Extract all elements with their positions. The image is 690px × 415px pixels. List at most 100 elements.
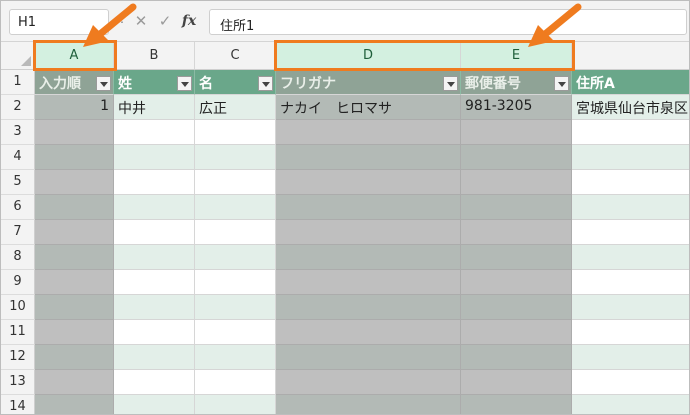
data-cell[interactable] <box>114 120 195 145</box>
insert-function-icon[interactable]: fx <box>181 13 197 29</box>
data-cell[interactable] <box>195 195 276 220</box>
filter-dropdown-icon[interactable] <box>96 76 111 91</box>
data-cell[interactable] <box>461 395 572 414</box>
data-cell[interactable]: 中井 <box>114 95 195 120</box>
data-cell[interactable] <box>276 370 461 395</box>
data-cell[interactable] <box>461 220 572 245</box>
data-cell[interactable] <box>572 195 689 220</box>
data-cell[interactable]: 宮城県仙台市泉区 <box>572 95 689 120</box>
data-cell[interactable] <box>276 245 461 270</box>
table-header-cell[interactable]: 住所A <box>572 70 689 95</box>
table-header-cell[interactable]: 名 <box>195 70 276 95</box>
data-cell[interactable] <box>195 345 276 370</box>
data-cell[interactable]: ナカイ ヒロマサ <box>276 95 461 120</box>
data-cell[interactable] <box>195 395 276 414</box>
data-cell[interactable] <box>35 345 114 370</box>
data-cell[interactable]: 1 <box>35 95 114 120</box>
data-cell[interactable] <box>461 370 572 395</box>
data-cell[interactable] <box>195 245 276 270</box>
data-cell[interactable] <box>572 270 689 295</box>
data-cell[interactable] <box>114 320 195 345</box>
enter-icon[interactable]: ✓ <box>157 12 173 30</box>
data-cell[interactable] <box>114 345 195 370</box>
data-cell[interactable] <box>572 345 689 370</box>
data-cell[interactable] <box>195 120 276 145</box>
data-cell[interactable] <box>114 195 195 220</box>
data-cell[interactable] <box>114 370 195 395</box>
data-cell[interactable] <box>35 295 114 320</box>
row-header[interactable]: 7 <box>1 220 35 245</box>
row-header[interactable]: 2 <box>1 95 35 120</box>
data-cell[interactable] <box>276 345 461 370</box>
column-header-c[interactable]: C <box>195 42 276 70</box>
row-header[interactable]: 9 <box>1 270 35 295</box>
data-cell[interactable] <box>276 220 461 245</box>
data-cell[interactable] <box>572 320 689 345</box>
row-header[interactable]: 8 <box>1 245 35 270</box>
data-cell[interactable] <box>276 395 461 414</box>
data-cell[interactable] <box>195 170 276 195</box>
row-header[interactable]: 5 <box>1 170 35 195</box>
data-cell[interactable]: 広正 <box>195 95 276 120</box>
select-all-corner[interactable] <box>1 42 35 70</box>
data-cell[interactable] <box>35 170 114 195</box>
data-cell[interactable] <box>35 145 114 170</box>
row-header[interactable]: 4 <box>1 145 35 170</box>
data-cell[interactable] <box>35 120 114 145</box>
data-cell[interactable] <box>114 395 195 414</box>
filter-dropdown-icon[interactable] <box>554 76 569 91</box>
data-cell[interactable] <box>461 270 572 295</box>
data-cell[interactable] <box>276 320 461 345</box>
data-cell[interactable] <box>572 170 689 195</box>
data-cell[interactable] <box>461 295 572 320</box>
data-cell[interactable] <box>461 345 572 370</box>
data-cell[interactable] <box>114 295 195 320</box>
data-cell[interactable] <box>35 320 114 345</box>
formula-input[interactable]: 住所1 <box>209 9 687 35</box>
data-cell[interactable] <box>195 270 276 295</box>
data-cell[interactable] <box>572 295 689 320</box>
data-cell[interactable] <box>35 270 114 295</box>
data-cell[interactable] <box>461 245 572 270</box>
data-cell[interactable] <box>572 120 689 145</box>
row-header[interactable]: 1 <box>1 70 35 95</box>
data-cell[interactable] <box>461 195 572 220</box>
filter-dropdown-icon[interactable] <box>177 76 192 91</box>
data-cell[interactable] <box>461 320 572 345</box>
data-cell[interactable] <box>572 145 689 170</box>
data-cell[interactable] <box>35 220 114 245</box>
data-cell[interactable] <box>276 195 461 220</box>
data-cell[interactable] <box>114 220 195 245</box>
table-header-cell[interactable]: 郵便番号 <box>461 70 572 95</box>
data-cell[interactable] <box>572 220 689 245</box>
row-header[interactable]: 6 <box>1 195 35 220</box>
table-header-cell[interactable]: 入力順 <box>35 70 114 95</box>
data-cell[interactable] <box>276 120 461 145</box>
data-cell[interactable] <box>35 195 114 220</box>
data-cell[interactable] <box>195 295 276 320</box>
data-cell[interactable] <box>195 320 276 345</box>
filter-dropdown-icon[interactable] <box>258 76 273 91</box>
row-header[interactable]: 10 <box>1 295 35 320</box>
row-header[interactable]: 13 <box>1 370 35 395</box>
data-cell[interactable] <box>114 145 195 170</box>
row-header[interactable]: 12 <box>1 345 35 370</box>
column-header-f[interactable] <box>572 42 689 70</box>
table-header-cell[interactable]: 姓 <box>114 70 195 95</box>
data-cell[interactable] <box>461 120 572 145</box>
data-cell[interactable] <box>461 170 572 195</box>
data-cell[interactable] <box>195 370 276 395</box>
data-cell[interactable] <box>114 170 195 195</box>
data-cell[interactable] <box>35 245 114 270</box>
filter-dropdown-icon[interactable] <box>443 76 458 91</box>
data-cell[interactable] <box>114 270 195 295</box>
data-cell[interactable] <box>572 245 689 270</box>
data-cell[interactable] <box>276 270 461 295</box>
data-cell[interactable] <box>35 370 114 395</box>
data-cell[interactable]: 981-3205 <box>461 95 572 120</box>
data-cell[interactable] <box>276 295 461 320</box>
data-cell[interactable] <box>35 395 114 414</box>
data-cell[interactable] <box>195 220 276 245</box>
row-header[interactable]: 3 <box>1 120 35 145</box>
data-cell[interactable] <box>461 145 572 170</box>
